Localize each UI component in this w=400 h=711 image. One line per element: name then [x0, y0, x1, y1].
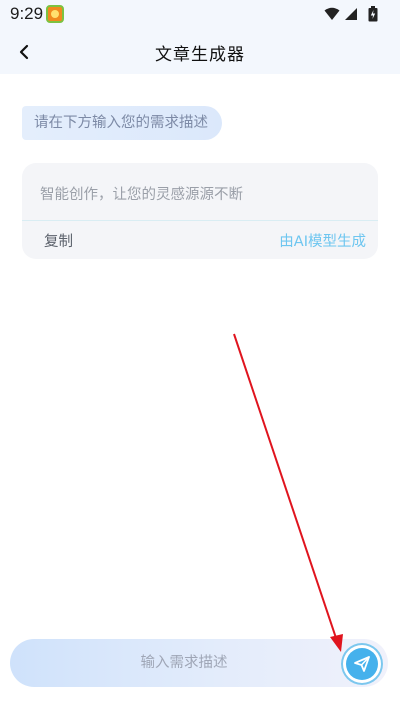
copy-button[interactable]: 复制 — [44, 230, 73, 251]
result-card: 智能创作，让您的灵感源源不断 复制 由AI模型生成 — [22, 163, 378, 259]
request-input[interactable] — [10, 639, 330, 687]
send-button[interactable] — [341, 643, 383, 685]
send-button-inner — [346, 648, 378, 680]
battery-icon — [368, 6, 378, 22]
hint-bubble: 请在下方输入您的需求描述 — [22, 106, 222, 140]
ai-generated-note: 由AI模型生成 — [279, 234, 366, 250]
signal-icon — [345, 8, 357, 20]
send-icon — [354, 656, 370, 672]
card-divider — [22, 220, 378, 221]
status-bar: 9:29 — [0, 0, 400, 30]
app-badge-icon — [46, 5, 64, 23]
result-placeholder: 智能创作，让您的灵感源源不断 — [40, 187, 243, 203]
app-screen: 9:29 文章生成器 请在下方输入您的需求描述 智能创作，让您的灵感源源不断 复… — [0, 0, 400, 711]
page-title: 文章生成器 — [155, 45, 245, 65]
app-header: 文章生成器 — [0, 30, 400, 74]
wifi-icon — [324, 7, 340, 20]
status-time: 9:29 — [10, 4, 44, 23]
input-bar — [10, 639, 388, 687]
